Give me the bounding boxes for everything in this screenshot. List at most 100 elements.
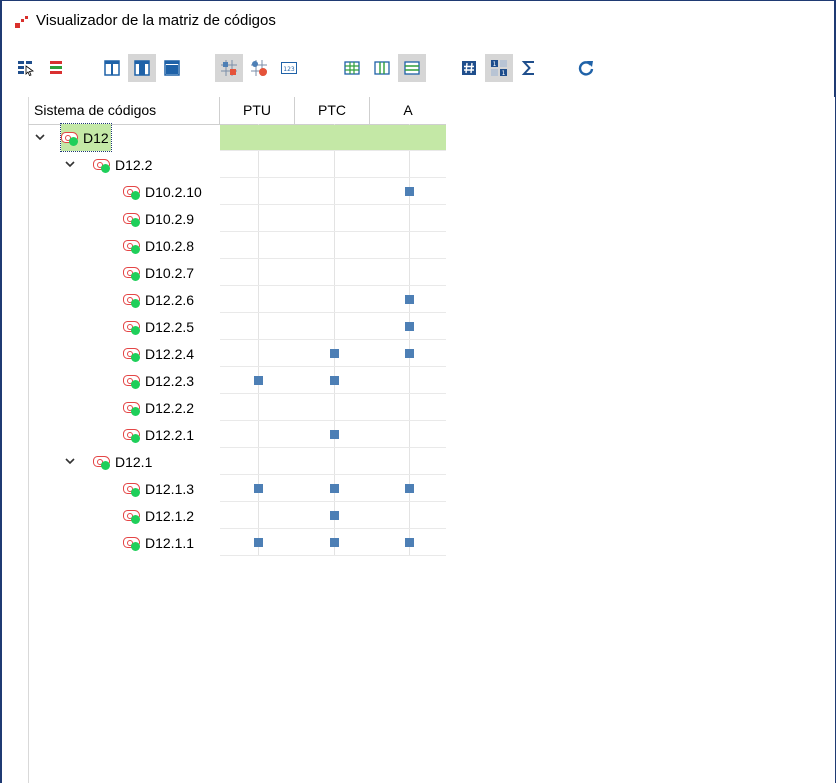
app-logo-icon — [15, 16, 28, 28]
code-tag-icon — [123, 185, 143, 200]
refresh-icon[interactable] — [572, 54, 600, 82]
code-label: D12.2.4 — [145, 345, 195, 362]
code-row[interactable]: D12.1.3 — [28, 475, 446, 502]
matrix-cell-mark-a[interactable] — [405, 538, 414, 547]
grid-all-icon[interactable] — [338, 54, 366, 82]
columns-narrow-icon[interactable] — [98, 54, 126, 82]
code-row[interactable]: D12 — [28, 123, 446, 152]
code-row[interactable]: D12.2 — [28, 151, 446, 178]
grid-header: Sistema de códigos PTU PTC A — [28, 97, 446, 125]
code-color-dot — [131, 487, 140, 497]
code-label: D10.2.9 — [145, 210, 195, 227]
code-label: D12.2.5 — [145, 318, 195, 335]
code-tag-icon — [93, 158, 113, 173]
column-header-ptc[interactable]: PTC — [295, 97, 370, 124]
chevron-down-icon[interactable] — [34, 131, 46, 143]
code-color-dot — [131, 433, 140, 443]
code-tag-icon — [61, 131, 81, 146]
column-header-a[interactable]: A — [370, 97, 446, 124]
matrix-cell-mark-ptu[interactable] — [254, 538, 263, 547]
columns-medium-icon[interactable] — [128, 54, 156, 82]
matrix-cell-mark-a[interactable] — [405, 484, 414, 493]
code-tree-item[interactable]: D12.1.1 — [123, 529, 194, 556]
code-tag-icon — [123, 482, 143, 497]
code-tag-icon — [123, 509, 143, 524]
matrix-cell-mark-ptc[interactable] — [330, 484, 339, 493]
code-color-dot — [131, 190, 140, 200]
code-tree-item[interactable]: D12.2.2 — [123, 394, 194, 421]
grid-rows-icon[interactable] — [398, 54, 426, 82]
code-row[interactable]: D10.2.8 — [28, 232, 446, 259]
matrix-cell-mark-ptc[interactable] — [330, 349, 339, 358]
code-tree-item[interactable]: D12.2.3 — [123, 367, 194, 394]
matrix-cell-mark-ptu[interactable] — [254, 484, 263, 493]
code-tree-item[interactable]: D10.2.7 — [123, 259, 194, 286]
code-row[interactable]: D12.2.1 — [28, 421, 446, 448]
column-header-ptu[interactable]: PTU — [220, 97, 295, 124]
code-row[interactable]: D10.2.9 — [28, 205, 446, 232]
numbers-123-icon[interactable]: 123 — [275, 54, 303, 82]
code-tree-item[interactable]: D12.2.5 — [123, 313, 194, 340]
code-color-dot — [131, 298, 140, 308]
code-tree-item[interactable]: D10.2.9 — [123, 205, 194, 232]
code-tree-item[interactable]: D12 — [60, 123, 112, 152]
matrix-cell-mark-a[interactable] — [405, 349, 414, 358]
symbol-circles-icon[interactable] — [245, 54, 273, 82]
svg-text:123: 123 — [283, 66, 295, 73]
code-row[interactable]: D12.1 — [28, 448, 446, 475]
code-row[interactable]: D12.2.6 — [28, 286, 446, 313]
code-tag-icon — [123, 293, 143, 308]
code-row[interactable]: D12.2.4 — [28, 340, 446, 367]
color-bars-icon[interactable] — [42, 54, 70, 82]
columns-wide-icon[interactable] — [158, 54, 186, 82]
matrix-cell-mark-a[interactable] — [405, 322, 414, 331]
code-row[interactable]: D12.1.1 — [28, 529, 446, 556]
code-color-dot — [69, 136, 78, 146]
code-label: D12.2.3 — [145, 372, 195, 389]
code-row[interactable]: D12.2.5 — [28, 313, 446, 340]
code-tree-item[interactable]: D12.1.3 — [123, 475, 194, 502]
chevron-down-icon[interactable] — [64, 455, 76, 467]
matrix-cell-mark-ptc[interactable] — [330, 430, 339, 439]
matrix-cell-mark-ptc[interactable] — [330, 376, 339, 385]
code-tag-icon — [123, 239, 143, 254]
code-tree-item[interactable]: D12.2.1 — [123, 421, 194, 448]
hash-icon[interactable] — [455, 54, 483, 82]
code-tree-item[interactable]: D12.1 — [93, 448, 152, 475]
code-color-dot — [101, 163, 110, 173]
column-header-codes[interactable]: Sistema de códigos — [28, 97, 220, 124]
code-row[interactable]: D12.1.2 — [28, 502, 446, 529]
code-row[interactable]: D10.2.10 — [28, 178, 446, 205]
chevron-down-icon[interactable] — [64, 158, 76, 170]
code-tree-item[interactable]: D12.2 — [93, 151, 152, 178]
code-color-dot — [131, 406, 140, 416]
code-label: D12.2.6 — [145, 291, 195, 308]
matrix-cell-mark-ptu[interactable] — [254, 376, 263, 385]
code-tree-item[interactable]: D12.1.2 — [123, 502, 194, 529]
row-selection-highlight — [220, 125, 446, 150]
code-color-dot — [131, 541, 140, 551]
code-tag-icon — [123, 374, 143, 389]
binary-icon[interactable]: 11 — [485, 54, 513, 82]
code-tag-icon — [123, 347, 143, 362]
sigma-icon[interactable] — [515, 54, 543, 82]
code-tree-item[interactable]: D10.2.10 — [123, 178, 202, 205]
select-cursor-icon[interactable] — [12, 54, 40, 82]
matrix-cell-mark-ptc[interactable] — [330, 511, 339, 520]
code-label: D12.1.2 — [145, 507, 195, 524]
matrix-cell-mark-a[interactable] — [405, 295, 414, 304]
toolbar: 123 11 — [2, 48, 834, 88]
code-row[interactable]: D12.2.3 — [28, 367, 446, 394]
code-row[interactable]: D12.2.2 — [28, 394, 446, 421]
code-color-dot — [101, 460, 110, 470]
matrix-cell-mark-a[interactable] — [405, 187, 414, 196]
grid-columns-icon[interactable] — [368, 54, 396, 82]
window-title: Visualizador de la matriz de códigos — [36, 12, 276, 29]
code-tag-icon — [123, 266, 143, 281]
code-tree-item[interactable]: D12.2.6 — [123, 286, 194, 313]
code-tree-item[interactable]: D12.2.4 — [123, 340, 194, 367]
code-row[interactable]: D10.2.7 — [28, 259, 446, 286]
symbol-squares-icon[interactable] — [215, 54, 243, 82]
code-tree-item[interactable]: D10.2.8 — [123, 232, 194, 259]
matrix-cell-mark-ptc[interactable] — [330, 538, 339, 547]
